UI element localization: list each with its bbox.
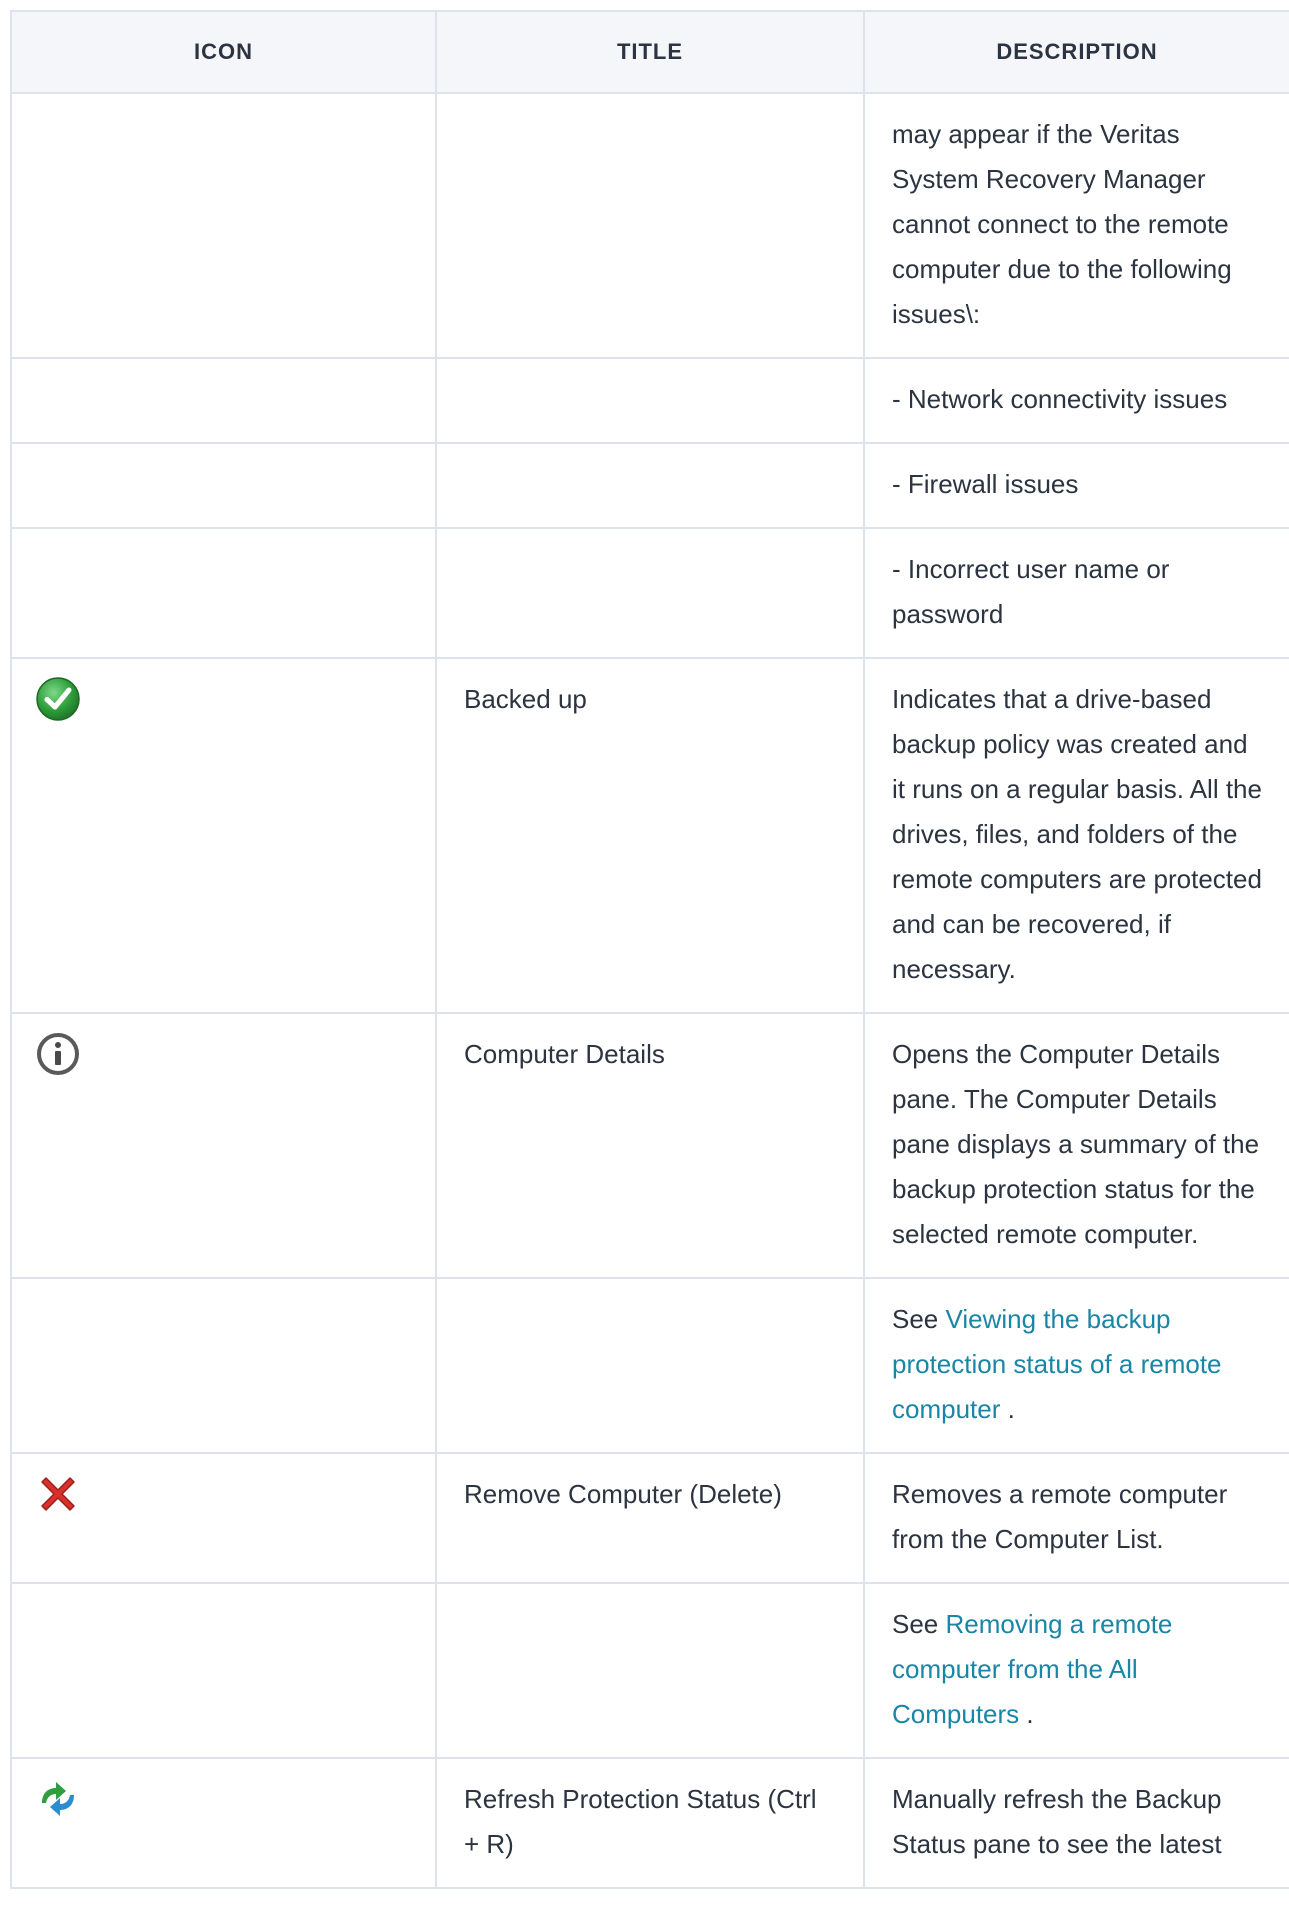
table-row: - Incorrect user name or password: [10, 527, 1289, 659]
description-cell: may appear if the Veritas System Recover…: [863, 92, 1289, 359]
title-cell: [435, 92, 865, 359]
title-cell: [435, 357, 865, 444]
check-circle-icon: [34, 675, 82, 723]
header-icon: ICON: [10, 10, 437, 94]
table-row: Computer Details Opens the Computer Deta…: [10, 1012, 1289, 1279]
table-row: - Firewall issues: [10, 442, 1289, 529]
red-x-icon: [34, 1470, 82, 1518]
icon-cell: [10, 657, 437, 1014]
description-cell: - Network connectivity issues: [863, 357, 1289, 444]
see-prefix: See: [892, 1304, 946, 1334]
description-cell: Indicates that a drive-based backup poli…: [863, 657, 1289, 1014]
icon-cell: [10, 1012, 437, 1279]
icon-cell: [10, 442, 437, 529]
title-cell: [435, 1277, 865, 1454]
table-header-row: ICON TITLE DESCRIPTION: [10, 10, 1289, 94]
table-row: See Removing a remote computer from the …: [10, 1582, 1289, 1759]
icon-cell: [10, 1452, 437, 1584]
see-suffix: .: [1000, 1394, 1015, 1424]
description-cell: Manually refresh the Backup Status pane …: [863, 1757, 1289, 1889]
icon-cell: [10, 1277, 437, 1454]
see-prefix: See: [892, 1609, 946, 1639]
title-cell: [435, 1582, 865, 1759]
title-cell: Refresh Protection Status (Ctrl + R): [435, 1757, 865, 1889]
description-cell: Opens the Computer Details pane. The Com…: [863, 1012, 1289, 1279]
description-cell: - Incorrect user name or password: [863, 527, 1289, 659]
icon-cell: [10, 357, 437, 444]
description-cell: See Removing a remote computer from the …: [863, 1582, 1289, 1759]
icon-reference-table: ICON TITLE DESCRIPTION may appear if the…: [10, 10, 1289, 1889]
title-cell: Backed up: [435, 657, 865, 1014]
info-circle-icon: [34, 1030, 82, 1078]
table-row: Remove Computer (Delete) Removes a remot…: [10, 1452, 1289, 1584]
description-cell: See Viewing the backup protection status…: [863, 1277, 1289, 1454]
description-cell: Removes a remote computer from the Compu…: [863, 1452, 1289, 1584]
header-description: DESCRIPTION: [863, 10, 1289, 94]
table-row: See Viewing the backup protection status…: [10, 1277, 1289, 1454]
icon-cell: [10, 92, 437, 359]
title-cell: [435, 527, 865, 659]
title-cell: Computer Details: [435, 1012, 865, 1279]
title-cell: [435, 442, 865, 529]
icon-cell: [10, 527, 437, 659]
title-cell: Remove Computer (Delete): [435, 1452, 865, 1584]
header-title: TITLE: [435, 10, 865, 94]
icon-cell: [10, 1582, 437, 1759]
see-suffix: .: [1019, 1699, 1034, 1729]
description-cell: - Firewall issues: [863, 442, 1289, 529]
icon-cell: [10, 1757, 437, 1889]
table-row: - Network connectivity issues: [10, 357, 1289, 444]
table-row: Refresh Protection Status (Ctrl + R) Man…: [10, 1757, 1289, 1889]
table-row: Backed up Indicates that a drive-based b…: [10, 657, 1289, 1014]
table-row: may appear if the Veritas System Recover…: [10, 92, 1289, 359]
icon-reference-table-container: ICON TITLE DESCRIPTION may appear if the…: [10, 10, 1289, 1889]
refresh-arrows-icon: [34, 1775, 82, 1823]
